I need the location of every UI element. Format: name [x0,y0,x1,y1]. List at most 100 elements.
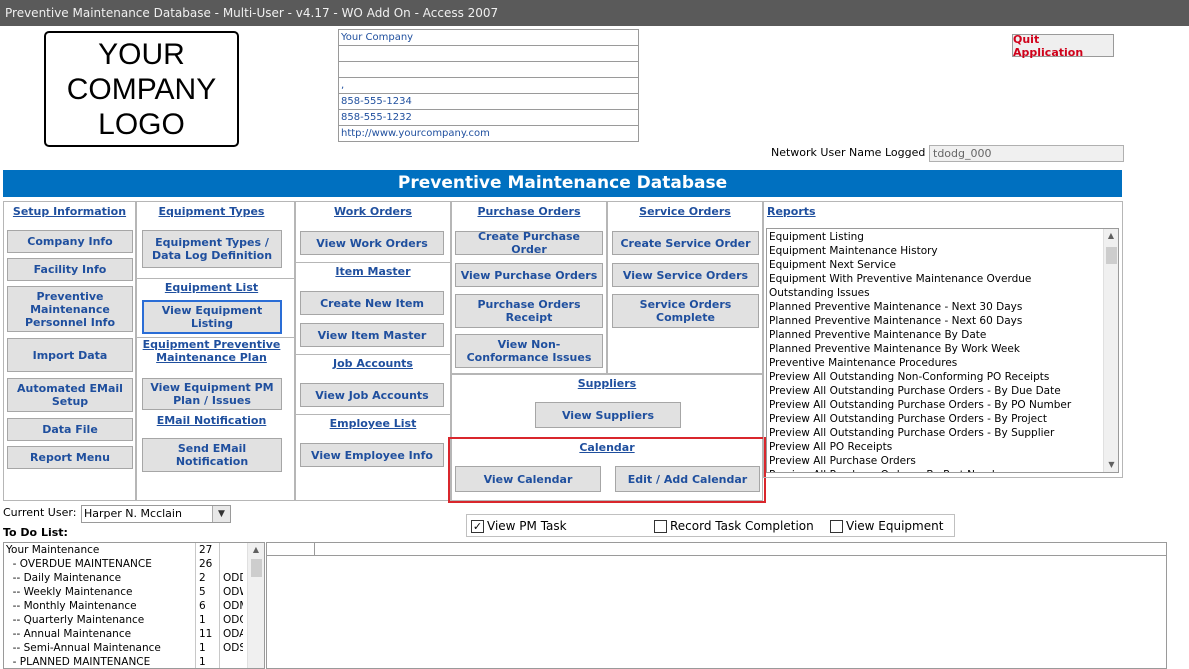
report-list-item[interactable]: Preview All Outstanding Purchase Orders … [767,426,1105,440]
reports-list[interactable]: Equipment Listing Equipment Maintenance H… [766,228,1119,473]
task-grid-header [267,543,1166,556]
todo-row[interactable]: -- Daily Maintenance 2ODD [4,571,264,585]
data-file-button[interactable]: Data File [7,418,133,441]
report-list-item[interactable]: Equipment Next Service [767,258,1105,272]
report-list-item[interactable]: Equipment With Preventive Maintenance Ov… [767,272,1105,286]
view-item-master-button[interactable]: View Item Master [300,323,444,347]
import-data-button[interactable]: Import Data [7,338,133,372]
purchase-orders-receipt-button[interactable]: Purchase Orders Receipt [455,294,603,328]
checkbox-icon[interactable] [654,519,667,533]
report-list-item[interactable]: Preview All Outstanding Purchase Orders … [767,384,1105,398]
pm-personnel-info-button[interactable]: Preventive Maintenance Personnel Info [7,286,133,332]
scroll-thumb[interactable] [251,559,262,577]
task-options-box: ✓ View PM Task Record Task Completion Vi… [466,514,955,537]
todo-row[interactable]: Your Maintenance 27 [4,543,264,557]
view-suppliers-button[interactable]: View Suppliers [535,402,681,428]
todo-row[interactable]: - OVERDUE MAINTENANCE 26 [4,557,264,571]
todo-row[interactable]: -- Monthly Maintenance 6ODM [4,599,264,613]
todo-row[interactable]: - PLANNED MAINTENANCE 1 [4,655,264,668]
company-website-field: http://www.yourcompany.com [341,128,490,139]
todo-name-cell: -- Daily Maintenance [6,572,122,584]
scroll-thumb[interactable] [1106,247,1117,264]
email-notification-link[interactable]: EMail Notification [136,414,287,427]
todo-count-cell: 5 [195,585,219,599]
view-pm-task-checkbox[interactable]: ✓ View PM Task [471,519,567,533]
view-work-orders-button[interactable]: View Work Orders [300,231,444,255]
suppliers-link[interactable]: Suppliers [451,377,763,390]
item-master-link[interactable]: Item Master [295,265,451,278]
todo-row[interactable]: -- Semi-Annual Maintenance 1ODS [4,641,264,655]
job-accounts-link[interactable]: Job Accounts [295,357,451,370]
equipment-types-button[interactable]: Equipment Types / Data Log Definition [142,230,282,268]
report-list-item[interactable]: Preview All PO Receipts [767,440,1105,454]
todo-code-cell: ODQ [219,613,243,627]
todo-count-cell: 11 [195,627,219,641]
company-info-button[interactable]: Company Info [7,230,133,253]
todo-scrollbar[interactable]: ▲ [247,543,264,668]
report-list-item[interactable]: Preview All Outstanding Purchase Orders … [767,412,1105,426]
task-grid[interactable] [266,542,1167,669]
report-list-item[interactable]: Equipment Maintenance History [767,244,1105,258]
to-do-list-label: To Do List: [3,526,68,539]
service-orders-panel [607,201,763,374]
todo-row[interactable]: -- Weekly Maintenance 5ODW [4,585,264,599]
chevron-down-icon[interactable]: ▼ [212,506,230,522]
report-list-item[interactable]: Equipment Listing [767,230,1105,244]
equipment-list-link[interactable]: Equipment List [136,281,287,294]
todo-name-cell: -- Semi-Annual Maintenance [6,642,161,654]
report-list-item[interactable]: Planned Preventive Maintenance By Date [767,328,1105,342]
view-non-conformance-issues-button[interactable]: View Non-Conformance Issues [455,334,603,368]
todo-code-cell: ODA [219,627,243,641]
checkmark-icon[interactable]: ✓ [471,519,484,533]
employee-list-link[interactable]: Employee List [295,417,451,430]
automated-email-setup-button[interactable]: Automated EMail Setup [7,378,133,412]
service-orders-link[interactable]: Service Orders [607,205,763,218]
create-new-item-button[interactable]: Create New Item [300,291,444,315]
report-menu-button[interactable]: Report Menu [7,446,133,469]
quit-application-button[interactable]: Quit Application [1012,33,1114,59]
todo-row[interactable]: -- Annual Maintenance 11ODA [4,627,264,641]
reports-scrollbar[interactable]: ▲ ▼ [1103,229,1118,472]
report-list-item[interactable]: Planned Preventive Maintenance By Work W… [767,342,1105,356]
reports-link[interactable]: Reports [767,205,816,218]
scroll-down-icon[interactable]: ▼ [1104,458,1118,472]
report-list-item[interactable]: Preview All Purchase Orders - By Part Nu… [767,468,1105,472]
equipment-pm-plan-link[interactable]: Equipment Preventive Maintenance Plan [136,338,287,364]
view-service-orders-button[interactable]: View Service Orders [612,263,759,287]
facility-info-button[interactable]: Facility Info [7,258,133,281]
service-orders-complete-button[interactable]: Service Orders Complete [612,294,759,328]
company-phone-field: 858-555-1234 [339,94,638,110]
report-list-item[interactable]: Preview All Outstanding Purchase Orders … [767,398,1105,412]
report-list-item[interactable]: Outstanding Issues [767,286,1105,300]
view-pm-task-label: View PM Task [487,519,567,533]
divider [136,278,295,279]
view-job-accounts-button[interactable]: View Job Accounts [300,383,444,407]
to-do-list[interactable]: Your Maintenance 27 - OVERDUE MAINTENANCE… [3,542,265,669]
create-service-order-button[interactable]: Create Service Order [612,231,759,255]
report-list-item[interactable]: Preview All Outstanding Non-Conforming P… [767,370,1105,384]
purchase-orders-link[interactable]: Purchase Orders [451,205,607,218]
record-task-completion-checkbox[interactable]: Record Task Completion [654,519,814,533]
setup-information-link[interactable]: Setup Information [3,205,136,218]
report-list-item[interactable]: Planned Preventive Maintenance - Next 30… [767,300,1105,314]
work-orders-link[interactable]: Work Orders [295,205,451,218]
view-purchase-orders-button[interactable]: View Purchase Orders [455,263,603,287]
view-equipment-pm-plan-button[interactable]: View Equipment PM Plan / Issues [142,378,282,410]
current-user-select[interactable]: Harper N. Mcclain [81,505,231,523]
report-list-item[interactable]: Preview All Purchase Orders [767,454,1105,468]
send-email-notification-button[interactable]: Send EMail Notification [142,438,282,472]
todo-row[interactable]: -- Quarterly Maintenance 1ODQ [4,613,264,627]
todo-name-cell: Your Maintenance [6,544,100,556]
scroll-up-icon[interactable]: ▲ [248,543,264,557]
todo-count-cell: 1 [195,641,219,655]
todo-count-cell: 1 [195,613,219,627]
report-list-item[interactable]: Planned Preventive Maintenance - Next 60… [767,314,1105,328]
view-equipment-listing-button[interactable]: View Equipment Listing [142,300,282,334]
create-purchase-order-button[interactable]: Create Purchase Order [455,230,603,256]
report-list-item[interactable]: Preventive Maintenance Procedures [767,356,1105,370]
checkbox-icon[interactable] [830,519,843,533]
equipment-types-link[interactable]: Equipment Types [136,205,287,218]
view-employee-info-button[interactable]: View Employee Info [300,443,444,467]
scroll-up-icon[interactable]: ▲ [1104,229,1118,243]
view-equipment-checkbox[interactable]: View Equipment [830,519,943,533]
